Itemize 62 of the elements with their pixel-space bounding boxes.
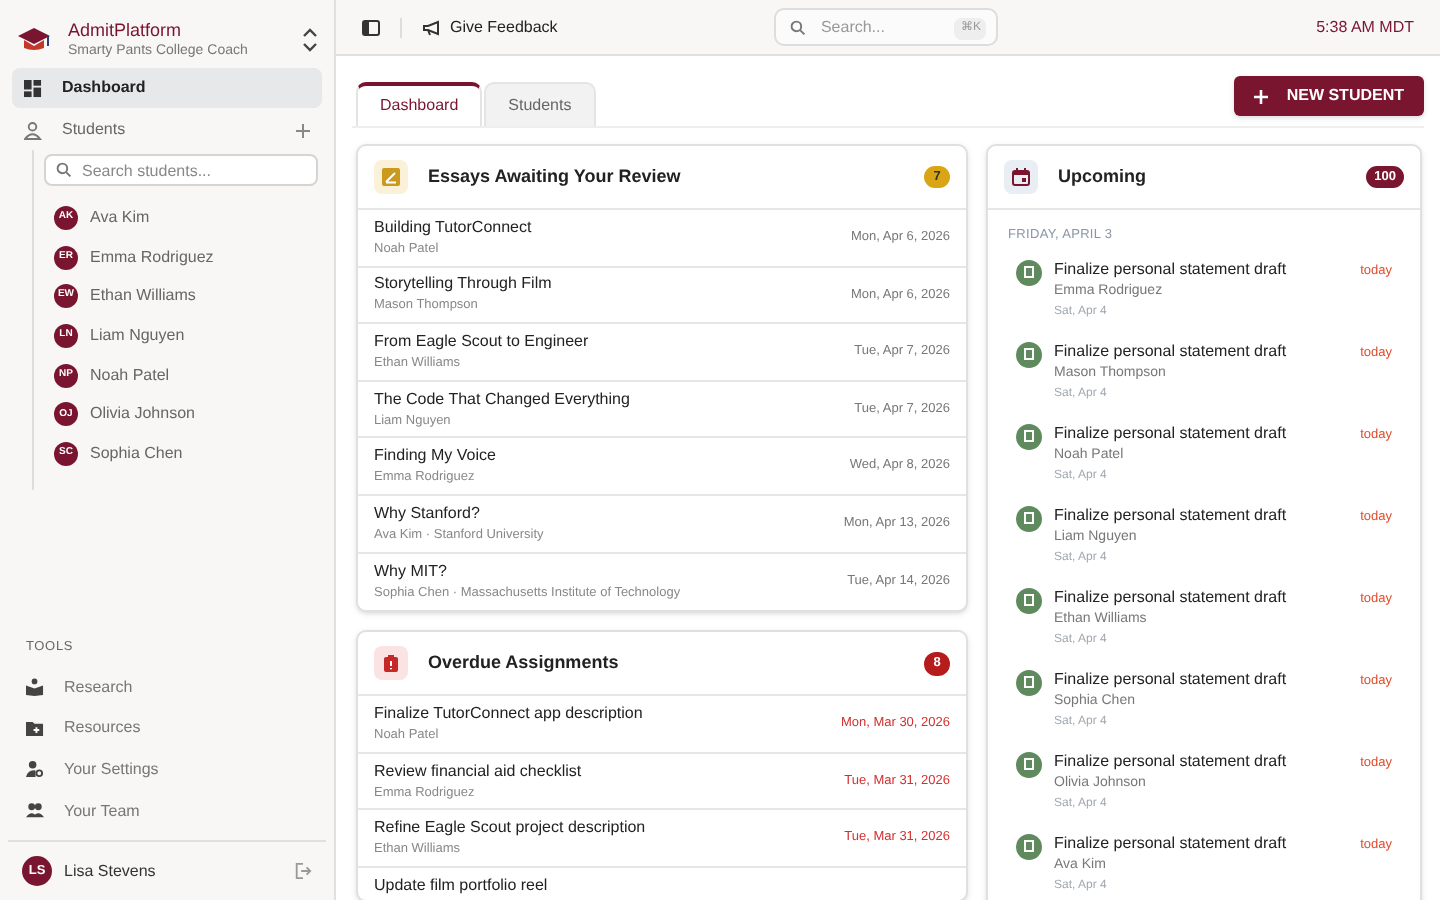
task-icon xyxy=(1016,669,1042,696)
tool-item[interactable]: Your Settings xyxy=(12,749,322,791)
clock-time: 5:38 AM MDT xyxy=(1316,15,1414,39)
item-title[interactable]: Finalize TutorConnect app description xyxy=(374,701,841,724)
task-icon xyxy=(1016,341,1042,368)
task-title[interactable]: Finalize personal statement draft xyxy=(1054,257,1349,280)
task-title[interactable]: Finalize personal statement draft xyxy=(1054,667,1349,690)
book-reader-icon xyxy=(26,678,44,697)
folder-icon xyxy=(26,719,44,738)
task-title[interactable]: Finalize personal statement draft xyxy=(1054,585,1349,608)
task-title[interactable]: Finalize personal statement draft xyxy=(1054,503,1349,526)
task-title[interactable]: Finalize personal statement draft xyxy=(1054,831,1349,854)
brand-name: AdmitPlatform xyxy=(68,19,184,41)
student-search-field[interactable]: Search students... xyxy=(44,154,318,186)
task-icon xyxy=(1016,423,1042,450)
dashboard-icon xyxy=(24,79,42,97)
item-title[interactable]: Update film portfolio reel xyxy=(374,873,950,896)
search-icon xyxy=(56,162,72,178)
item-title[interactable]: Storytelling Through Film xyxy=(374,272,851,295)
sidebar-toggle-icon[interactable] xyxy=(362,19,380,35)
calendar-icon xyxy=(1012,168,1030,186)
task-icon xyxy=(1016,751,1042,778)
task-icon xyxy=(1016,259,1042,286)
plus-icon[interactable] xyxy=(296,123,310,137)
chevron-up-down-icon[interactable] xyxy=(302,28,318,52)
card-title: Overdue Assignments xyxy=(428,649,621,676)
item-title[interactable]: From Eagle Scout to Engineer xyxy=(374,329,855,352)
card-title: Essays Awaiting Your Review xyxy=(428,163,683,190)
task-title[interactable]: Finalize personal statement draft xyxy=(1054,421,1349,444)
nav-item[interactable]: Students xyxy=(12,110,322,150)
tab[interactable]: Students xyxy=(484,82,596,126)
user-name: Lisa Stevens xyxy=(64,859,158,883)
task-icon xyxy=(1016,833,1042,860)
logout-icon[interactable] xyxy=(294,862,312,880)
plus-icon xyxy=(1254,89,1269,103)
task-title[interactable]: Finalize personal statement draft xyxy=(1054,749,1349,772)
person-gear-icon xyxy=(26,760,44,779)
feedback-button[interactable]: Give Feedback xyxy=(422,15,558,39)
item-title[interactable]: Building TutorConnect xyxy=(374,215,851,238)
megaphone-icon xyxy=(422,19,442,35)
clipboard-alert-icon xyxy=(382,654,400,673)
tool-item[interactable]: Research xyxy=(12,666,322,708)
item-title[interactable]: Why Stanford? xyxy=(374,501,844,524)
task-title[interactable]: Finalize personal statement draft xyxy=(1054,339,1349,362)
people-icon xyxy=(26,802,44,821)
task-icon xyxy=(1016,587,1042,614)
person-icon xyxy=(24,121,42,139)
item-title[interactable]: Refine Eagle Scout project description xyxy=(374,816,845,839)
tool-item[interactable]: Your Team xyxy=(12,790,322,832)
item-title[interactable]: Finding My Voice xyxy=(374,444,850,467)
tab[interactable]: Dashboard xyxy=(356,82,483,126)
new-student-button[interactable]: NEW STUDENT xyxy=(1234,76,1424,116)
graduation-cap-logo-icon xyxy=(16,26,52,54)
item-title[interactable]: Review financial aid checklist xyxy=(374,759,845,782)
item-title[interactable]: The Code That Changed Everything xyxy=(374,387,855,410)
item-title[interactable]: Why MIT? xyxy=(374,559,848,582)
search-icon xyxy=(790,19,807,35)
card-title: Upcoming xyxy=(1058,163,1148,190)
nav-item[interactable]: Dashboard xyxy=(12,68,322,108)
tool-item[interactable]: Resources xyxy=(12,707,322,750)
pen-square-icon xyxy=(382,168,400,186)
task-icon xyxy=(1016,505,1042,532)
